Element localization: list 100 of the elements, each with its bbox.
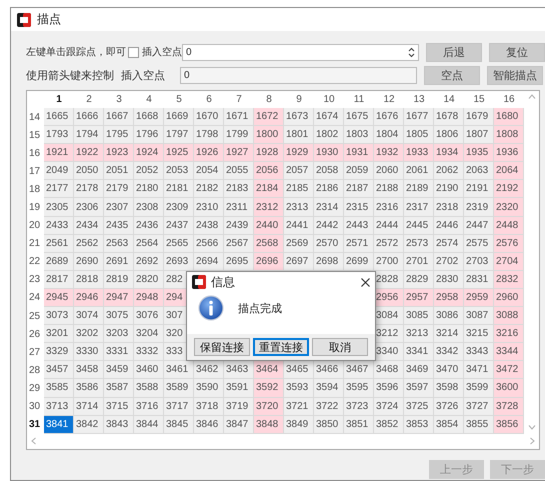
- table-cell[interactable]: 3588: [134, 379, 164, 398]
- table-cell[interactable]: 2697: [284, 252, 314, 271]
- table-cell[interactable]: 3472: [494, 361, 524, 380]
- table-cell[interactable]: 2186: [314, 180, 344, 198]
- table-cell[interactable]: 3590: [194, 379, 224, 398]
- table-cell[interactable]: 2444: [374, 216, 404, 235]
- table-cell[interactable]: 2694: [194, 252, 224, 271]
- table-cell[interactable]: 2703: [464, 252, 494, 271]
- table-cell[interactable]: 3726: [434, 398, 464, 416]
- scroll-down-icon[interactable]: [528, 425, 536, 430]
- table-cell[interactable]: 2695: [224, 252, 254, 271]
- table-cell[interactable]: 3852: [374, 416, 404, 434]
- table-cell[interactable]: 3728: [494, 398, 524, 416]
- table-cell[interactable]: 2562: [74, 234, 104, 253]
- table-cell[interactable]: 3468: [374, 361, 404, 380]
- table-cell[interactable]: 2184: [254, 180, 284, 198]
- table-cell[interactable]: 2433: [44, 216, 74, 235]
- table-cell[interactable]: 3076: [134, 307, 164, 326]
- table-cell[interactable]: 3085: [404, 307, 434, 326]
- table-cell[interactable]: 2055: [224, 162, 254, 180]
- table-cell[interactable]: 3723: [344, 398, 374, 416]
- table-cell[interactable]: 3855: [464, 416, 494, 434]
- table-cell[interactable]: 2447: [464, 216, 494, 235]
- table-cell[interactable]: 2318: [434, 198, 464, 217]
- scroll-right-icon[interactable]: [530, 437, 535, 445]
- table-cell[interactable]: 3596: [374, 379, 404, 398]
- table-cell[interactable]: 3725: [404, 398, 434, 416]
- table-cell[interactable]: 1921: [44, 144, 74, 162]
- table-cell[interactable]: 2059: [344, 162, 374, 180]
- table-cell[interactable]: 2181: [164, 180, 194, 198]
- table-cell[interactable]: 3843: [104, 416, 134, 434]
- table-cell[interactable]: 1922: [74, 144, 104, 162]
- table-cell[interactable]: 2178: [74, 180, 104, 198]
- table-cell[interactable]: 3203: [104, 325, 134, 344]
- table-cell[interactable]: 2185: [284, 180, 314, 198]
- table-cell[interactable]: 1801: [284, 126, 314, 144]
- table-cell[interactable]: 3724: [374, 398, 404, 416]
- table-cell[interactable]: 3853: [404, 416, 434, 434]
- table-cell[interactable]: 3595: [344, 379, 374, 398]
- table-cell[interactable]: 3850: [314, 416, 344, 434]
- table-cell[interactable]: 2437: [164, 216, 194, 235]
- table-cell[interactable]: 3088: [494, 307, 524, 326]
- table-cell[interactable]: 2565: [164, 234, 194, 253]
- table-cell[interactable]: 3721: [284, 398, 314, 416]
- dialog-button[interactable]: 取消: [312, 338, 368, 356]
- table-cell[interactable]: 3841: [44, 416, 74, 434]
- table-cell[interactable]: 1925: [164, 144, 194, 162]
- table-cell[interactable]: 2179: [104, 180, 134, 198]
- table-cell[interactable]: 1795: [104, 126, 134, 144]
- table-cell[interactable]: 3330: [74, 343, 104, 362]
- table-cell[interactable]: 1679: [464, 108, 494, 126]
- table-cell[interactable]: 3600: [494, 379, 524, 398]
- table-cell[interactable]: 1670: [194, 108, 224, 126]
- table-cell[interactable]: 3722: [314, 398, 344, 416]
- table-cell[interactable]: 2310: [194, 198, 224, 217]
- table-cell[interactable]: 2187: [344, 180, 374, 198]
- table-cell[interactable]: 1923: [104, 144, 134, 162]
- action-button[interactable]: 后退: [426, 42, 482, 62]
- table-cell[interactable]: 2057: [284, 162, 314, 180]
- table-cell[interactable]: 2313: [284, 198, 314, 217]
- table-cell[interactable]: 2831: [464, 270, 494, 289]
- table-cell[interactable]: 3343: [464, 343, 494, 362]
- table-cell[interactable]: 2830: [434, 270, 464, 289]
- table-cell[interactable]: 1669: [164, 108, 194, 126]
- spin-field[interactable]: 0: [182, 44, 419, 60]
- scroll-left-icon[interactable]: [31, 437, 36, 445]
- table-cell[interactable]: 1929: [284, 144, 314, 162]
- table-cell[interactable]: 3844: [134, 416, 164, 434]
- table-cell[interactable]: 1935: [464, 144, 494, 162]
- table-cell[interactable]: 2696: [254, 252, 284, 271]
- table-cell[interactable]: 3329: [44, 343, 74, 362]
- table-cell[interactable]: 3212: [374, 325, 404, 344]
- table-cell[interactable]: 3471: [464, 361, 494, 380]
- table-cell[interactable]: 1675: [344, 108, 374, 126]
- table-cell[interactable]: 2056: [254, 162, 284, 180]
- insert-checkbox[interactable]: [128, 46, 139, 58]
- table-cell[interactable]: 2306: [74, 198, 104, 217]
- table-cell[interactable]: 1799: [224, 126, 254, 144]
- table-cell[interactable]: 3332: [134, 343, 164, 362]
- table-cell[interactable]: 1932: [374, 144, 404, 162]
- table-cell[interactable]: 3718: [194, 398, 224, 416]
- dialog-button[interactable]: 保留连接: [194, 338, 250, 356]
- table-cell[interactable]: 2574: [434, 234, 464, 253]
- table-cell[interactable]: 2440: [254, 216, 284, 235]
- table-cell[interactable]: 3854: [434, 416, 464, 434]
- table-cell[interactable]: 2443: [344, 216, 374, 235]
- table-cell[interactable]: 3464: [254, 361, 284, 380]
- table-cell[interactable]: 2572: [374, 234, 404, 253]
- table-cell[interactable]: 3719: [224, 398, 254, 416]
- table-cell[interactable]: 2448: [494, 216, 524, 235]
- table-cell[interactable]: 2317: [404, 198, 434, 217]
- table-cell[interactable]: 1928: [254, 144, 284, 162]
- table-cell[interactable]: 2190: [434, 180, 464, 198]
- table-cell[interactable]: 2441: [284, 216, 314, 235]
- table-cell[interactable]: 3592: [254, 379, 284, 398]
- table-cell[interactable]: 2568: [254, 234, 284, 253]
- table-cell[interactable]: 2062: [434, 162, 464, 180]
- table-cell[interactable]: 1807: [464, 126, 494, 144]
- table-cell[interactable]: 3073: [44, 307, 74, 326]
- table-cell[interactable]: 2832: [494, 270, 524, 289]
